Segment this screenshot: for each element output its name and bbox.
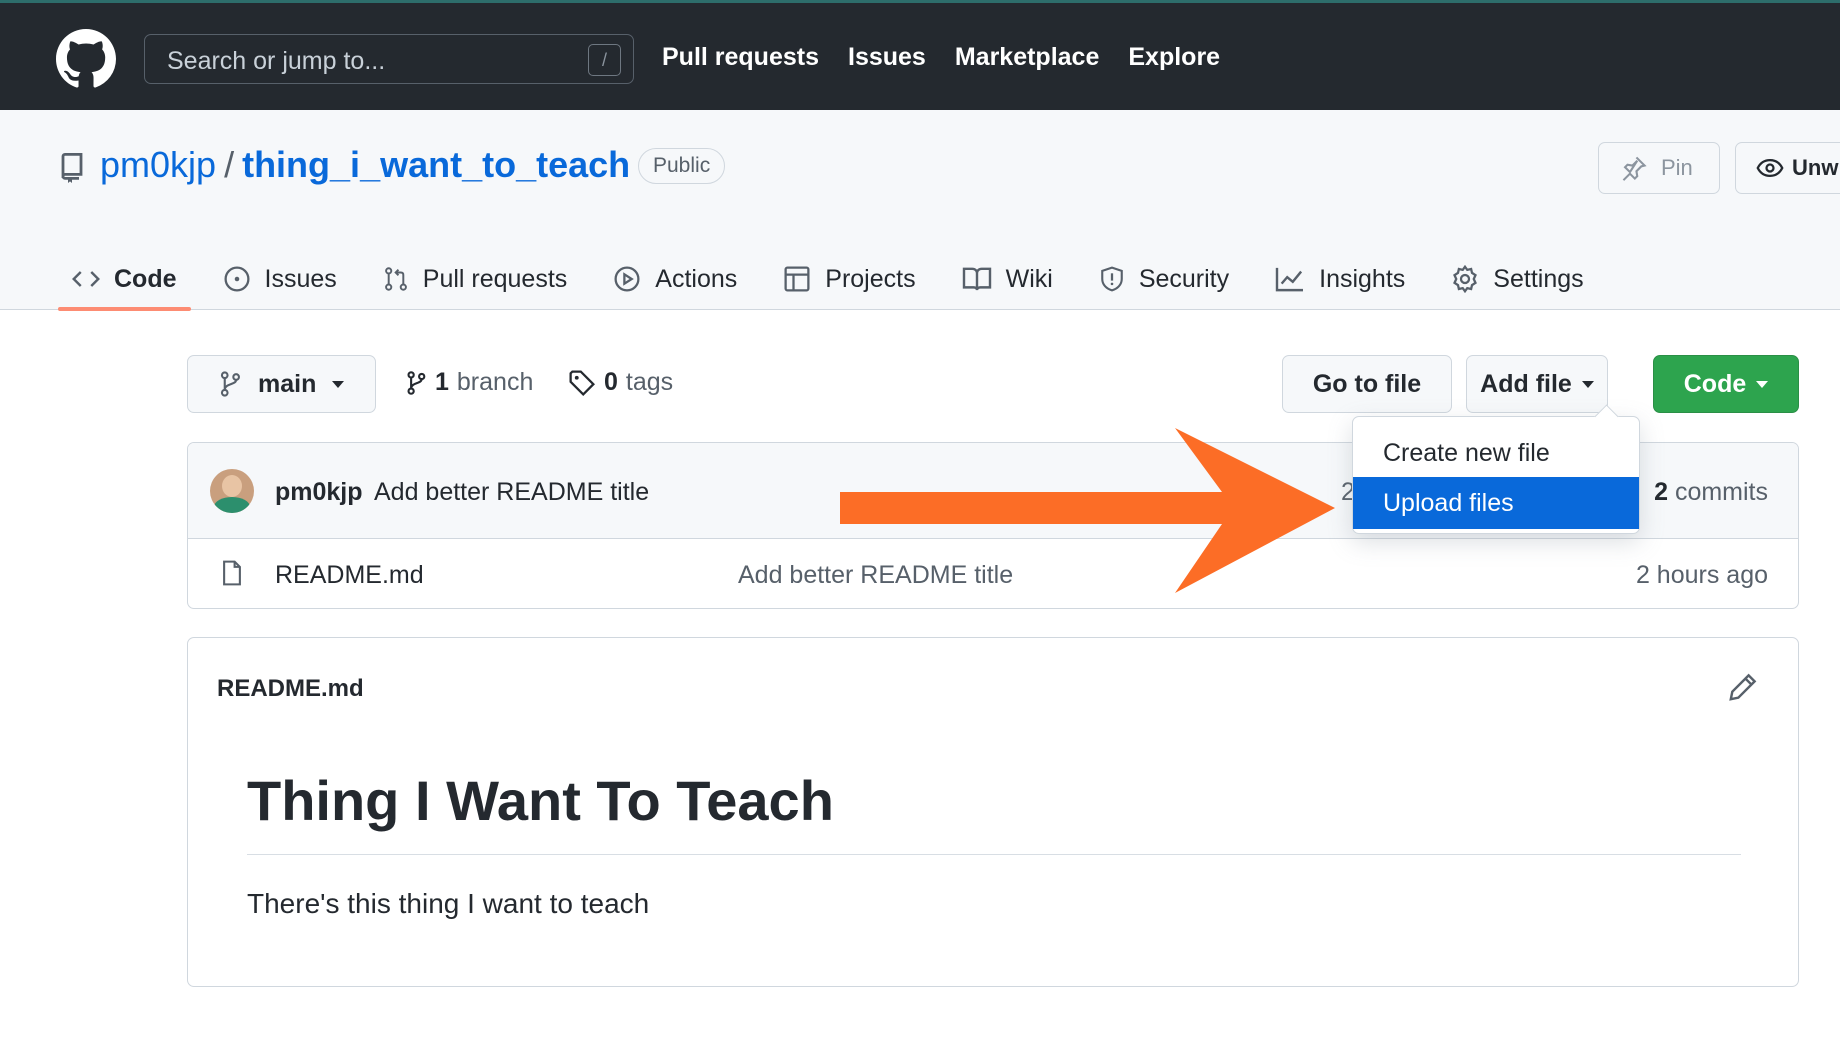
- repo-name-link[interactable]: thing_i_want_to_teach: [242, 144, 630, 186]
- pin-button[interactable]: Pin: [1598, 142, 1720, 194]
- tab-issues[interactable]: Issues: [209, 248, 351, 310]
- tab-label: Issues: [264, 264, 337, 293]
- tab-insights[interactable]: Insights: [1261, 248, 1419, 310]
- repo-title: pm0kjp / thing_i_want_to_teach: [100, 144, 630, 186]
- global-nav: Pull requests Issues Marketplace Explore: [662, 43, 1220, 72]
- readme-box: README.md Thing I Want To Teach There's …: [187, 637, 1799, 987]
- branch-name: main: [258, 369, 317, 398]
- repo-tabs: Code Issues Pull requests Actions Projec…: [58, 248, 1616, 311]
- tab-label: Security: [1138, 264, 1230, 293]
- nav-marketplace[interactable]: Marketplace: [955, 43, 1100, 72]
- caret-down-icon: [1756, 380, 1769, 388]
- repo-icon: [61, 153, 83, 183]
- branch-icon: [407, 370, 426, 395]
- file-icon: [223, 560, 241, 586]
- commit-word: commits: [1674, 478, 1768, 506]
- repo-header: pm0kjp / thing_i_want_to_teach Public Pi…: [0, 110, 1840, 311]
- branch-count: 1: [435, 368, 449, 396]
- search-input[interactable]: Search or jump to... /: [144, 34, 634, 84]
- tab-label: Settings: [1493, 264, 1584, 293]
- nav-pull-requests[interactable]: Pull requests: [662, 43, 819, 72]
- repo-separator: /: [224, 144, 235, 185]
- menu-item-upload-files[interactable]: Upload files: [1353, 477, 1639, 529]
- menu-item-create-new-file[interactable]: Create new file: [1353, 427, 1639, 479]
- table-icon: [784, 266, 810, 292]
- watch-label: Unw: [1792, 155, 1839, 180]
- pin-icon: [1622, 156, 1647, 181]
- book-icon: [962, 267, 991, 291]
- pin-label: Pin: [1661, 155, 1693, 180]
- tab-actions[interactable]: Actions: [599, 248, 751, 310]
- tag-icon: [569, 369, 595, 396]
- graph-icon: [1275, 267, 1304, 292]
- caret-down-icon: [1581, 380, 1594, 388]
- tab-label: Wiki: [1005, 264, 1053, 293]
- tab-settings[interactable]: Settings: [1437, 248, 1597, 310]
- gear-icon: [1453, 265, 1478, 293]
- commit-count: 2: [1654, 478, 1668, 506]
- tab-label: Code: [114, 264, 177, 293]
- tags-link[interactable]: 0 tags: [568, 368, 673, 397]
- repo-owner-link[interactable]: pm0kjp: [100, 144, 216, 186]
- branch-icon: [220, 371, 240, 397]
- orange-arrow-annotation: [840, 428, 1335, 593]
- branch-word: branch: [456, 368, 534, 396]
- go-to-file-label: Go to file: [1312, 369, 1422, 398]
- tab-wiki[interactable]: Wiki: [948, 248, 1067, 310]
- tab-projects[interactable]: Projects: [769, 248, 929, 310]
- code-button-label: Code: [1683, 369, 1747, 398]
- caret-down-icon: [332, 380, 345, 388]
- file-name-link[interactable]: README.md: [275, 561, 424, 590]
- commit-author-link[interactable]: pm0kjp: [275, 478, 363, 507]
- nav-issues[interactable]: Issues: [848, 43, 926, 72]
- commits-link[interactable]: 2 commits: [1654, 478, 1768, 507]
- code-icon: [72, 271, 100, 287]
- branches-link[interactable]: 1 branch: [405, 368, 533, 397]
- add-file-menu: Create new file Upload files: [1352, 416, 1640, 534]
- commit-message-link[interactable]: Add better README title: [374, 478, 649, 507]
- branch-select-button[interactable]: main: [187, 355, 376, 413]
- code-button[interactable]: Code: [1653, 355, 1799, 413]
- nav-explore[interactable]: Explore: [1128, 43, 1220, 72]
- readme-filename: README.md: [217, 675, 364, 702]
- tab-label: Actions: [655, 264, 738, 293]
- issue-icon: [223, 266, 250, 292]
- readme-paragraph: There's this thing I want to teach: [247, 888, 650, 919]
- eye-icon: [1756, 158, 1784, 178]
- file-age: 2 hours ago: [1635, 561, 1768, 589]
- tab-label: Projects: [825, 264, 916, 293]
- unwatch-button[interactable]: Unw: [1735, 142, 1840, 194]
- github-logo-icon[interactable]: [56, 29, 116, 89]
- pull-request-icon: [384, 267, 407, 291]
- tag-word: tags: [625, 368, 674, 396]
- tag-count: 0: [604, 368, 618, 396]
- global-header: Search or jump to... / Pull requests Iss…: [0, 0, 1840, 110]
- play-icon: [614, 266, 640, 292]
- readme-heading: Thing I Want To Teach: [247, 769, 834, 832]
- tab-pull-requests[interactable]: Pull requests: [369, 248, 582, 310]
- tab-label: Pull requests: [422, 264, 568, 293]
- add-file-label: Add file: [1480, 369, 1572, 398]
- avatar[interactable]: [210, 469, 254, 513]
- search-placeholder: Search or jump to...: [167, 47, 386, 75]
- search-shortcut-key: /: [588, 44, 621, 76]
- tab-code[interactable]: Code: [58, 248, 191, 311]
- shield-icon: [1101, 266, 1123, 292]
- add-file-button[interactable]: Add file: [1466, 355, 1608, 413]
- tab-security[interactable]: Security: [1085, 248, 1243, 310]
- tab-label: Insights: [1319, 264, 1406, 293]
- pencil-icon[interactable]: [1728, 672, 1758, 702]
- go-to-file-button[interactable]: Go to file: [1282, 355, 1452, 413]
- visibility-badge: Public: [638, 148, 726, 184]
- divider: [247, 854, 1741, 855]
